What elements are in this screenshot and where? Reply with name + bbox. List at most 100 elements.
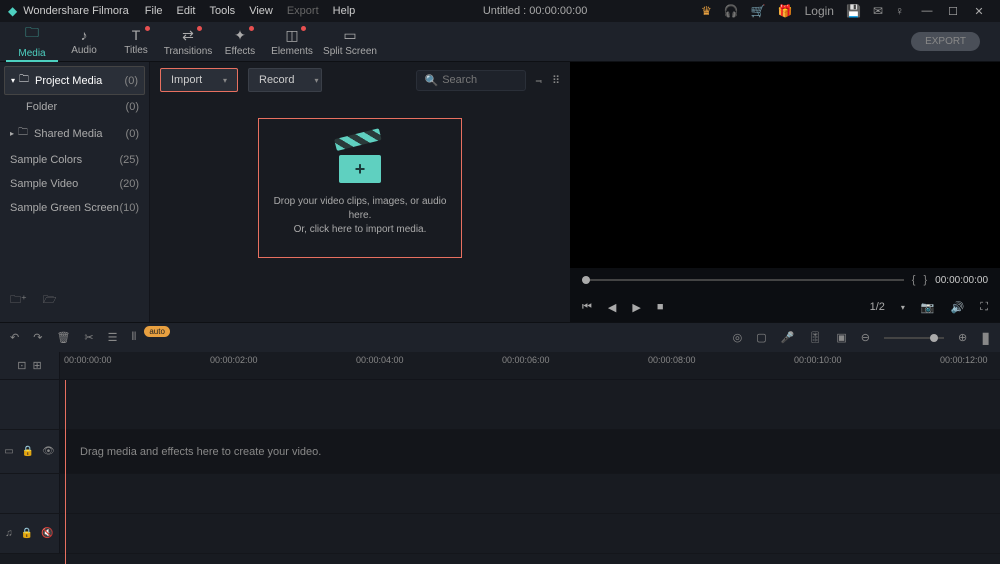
search-input[interactable]: 🔍Search xyxy=(416,70,526,91)
media-dropzone[interactable]: Drop your video clips, images, or audio … xyxy=(258,118,462,258)
playhead[interactable] xyxy=(65,380,66,564)
tab-effects[interactable]: ✦Effects xyxy=(214,22,266,62)
timeline-options-icon[interactable]: ⊞ xyxy=(33,359,42,372)
snapshot2-icon[interactable]: ▣ xyxy=(836,331,846,344)
crown-icon[interactable]: ♛ xyxy=(701,4,712,18)
sidebar-item-sample-colors[interactable]: Sample Colors (25) xyxy=(0,148,149,172)
audio-track[interactable]: ♫ 🔒 🔇 xyxy=(0,514,1000,554)
tab-transitions[interactable]: ⇄Transitions xyxy=(162,22,214,62)
timeline-settings-icon[interactable]: ⊡ xyxy=(17,359,26,372)
tab-titles[interactable]: TTitles xyxy=(110,22,162,62)
login-link[interactable]: Login xyxy=(805,4,834,18)
mark-out-bracket[interactable]: } xyxy=(923,274,927,286)
timeline: ⊡ ⊞ 00:00:00:00 00:00:02:00 00:00:04:00 0… xyxy=(0,352,1000,564)
stop-button[interactable]: ■ xyxy=(657,301,664,313)
titlebar-right-icons: ♛ 🎧 🛒 🎁 Login 💾 ✉ ♀ xyxy=(701,4,904,18)
search-icon: 🔍 xyxy=(425,74,439,87)
zoom-slider[interactable] xyxy=(884,337,944,339)
redo-button[interactable]: ↷ xyxy=(33,331,42,344)
video-track[interactable]: ▭🔒👁 Drag media and effects here to creat… xyxy=(0,430,1000,474)
chevron-down-icon: ▾ xyxy=(11,76,15,85)
menu-export: Export xyxy=(287,5,319,17)
document-title: Untitled : 00:00:00:00 xyxy=(369,5,701,17)
mute-icon[interactable]: 🔇 xyxy=(41,528,53,539)
save-icon[interactable]: 💾 xyxy=(846,4,861,18)
grid-view-icon[interactable]: ⠿ xyxy=(552,74,560,87)
prev-frame-button[interactable]: ⏮ xyxy=(582,301,592,314)
new-folder-icon[interactable]: 🗀⁺ xyxy=(10,291,27,310)
main-toolbar: 🗀Media ♪Audio TTitles ⇄Transitions ✦Effe… xyxy=(0,22,1000,62)
gift-icon[interactable]: 🎁 xyxy=(778,4,793,18)
timeline-ruler[interactable]: ⊡ ⊞ 00:00:00:00 00:00:02:00 00:00:04:00 0… xyxy=(0,352,1000,380)
menu-file[interactable]: File xyxy=(145,5,163,17)
titlebar: ◆ Wondershare Filmora File Edit Tools Vi… xyxy=(0,0,1000,22)
sidebar-item-folder[interactable]: Folder (0) xyxy=(0,95,149,119)
notification-icon[interactable]: ♀ xyxy=(895,4,904,18)
marker-button[interactable]: ⦀ xyxy=(132,331,137,344)
sidebar-item-sample-green-screen[interactable]: Sample Green Screen (10) xyxy=(0,196,149,220)
open-folder-icon[interactable]: 🗁 xyxy=(43,291,57,310)
folder-icon: 🗀 xyxy=(18,125,28,142)
mark-in-bracket[interactable]: { xyxy=(912,274,916,286)
marker2-icon[interactable]: ▢ xyxy=(756,331,766,344)
render-icon[interactable]: ◎ xyxy=(733,331,743,344)
fullscreen-icon[interactable]: ⛶ xyxy=(980,301,988,314)
sidebar-item-shared-media[interactable]: ▸ 🗀 Shared Media (0) xyxy=(0,119,149,148)
eye-icon[interactable]: 👁 xyxy=(42,446,55,457)
edit-button[interactable]: ☰ xyxy=(108,331,118,344)
menu-edit[interactable]: Edit xyxy=(177,5,196,17)
headset-icon[interactable]: 🎧 xyxy=(724,4,739,18)
lock-icon[interactable]: 🔒 xyxy=(21,528,33,539)
media-sidebar: ▾ 🗀 Project Media (0) Folder (0) ▸ 🗀 Sha… xyxy=(0,62,150,322)
timeline-hint: Drag media and effects here to create yo… xyxy=(60,430,1000,473)
audio-track-icon: ♫ xyxy=(5,528,13,539)
zoom-in-button[interactable]: ⊕ xyxy=(958,331,967,344)
tab-split-screen[interactable]: ▭Split Screen xyxy=(318,22,382,62)
volume-icon[interactable]: 🔊 xyxy=(951,301,965,314)
undo-button[interactable]: ↶ xyxy=(10,331,19,344)
chevron-down-icon: ▾ xyxy=(314,76,318,85)
play-button[interactable]: ▶ xyxy=(632,301,640,314)
chevron-down-icon[interactable]: ▾ xyxy=(901,303,905,312)
voiceover-icon[interactable]: 🎤 xyxy=(781,331,795,344)
zoom-out-button[interactable]: ⊖ xyxy=(861,331,870,344)
mixer-icon[interactable]: 🎚 xyxy=(808,331,822,344)
record-dropdown[interactable]: Record▾ xyxy=(248,68,322,92)
audio-icon: ♪ xyxy=(81,27,88,43)
auto-badge: auto xyxy=(144,326,170,337)
menu-tools[interactable]: Tools xyxy=(210,5,236,17)
tab-audio[interactable]: ♪Audio xyxy=(58,22,110,62)
delete-button[interactable]: 🗑 xyxy=(56,331,70,344)
menu-help[interactable]: Help xyxy=(333,5,356,17)
folder-icon: 🗀 xyxy=(19,72,29,89)
clapperboard-icon xyxy=(333,139,387,183)
split-button[interactable]: ✂ xyxy=(84,331,93,344)
preview-time: 00:00:00:00 xyxy=(935,275,988,286)
zoom-fit-button[interactable]: ▮ xyxy=(981,328,990,348)
export-button[interactable]: EXPORT xyxy=(911,32,980,51)
cart-icon[interactable]: 🛒 xyxy=(751,4,766,18)
sidebar-item-sample-video[interactable]: Sample Video (20) xyxy=(0,172,149,196)
snapshot-icon[interactable]: 📷 xyxy=(921,301,935,314)
mail-icon[interactable]: ✉ xyxy=(873,4,883,18)
preview-scrubber[interactable] xyxy=(582,279,904,281)
menu-view[interactable]: View xyxy=(249,5,273,17)
tab-media[interactable]: 🗀Media xyxy=(6,22,58,62)
sidebar-item-project-media[interactable]: ▾ 🗀 Project Media (0) xyxy=(4,66,145,95)
preview-ratio[interactable]: 1/2 xyxy=(870,301,885,313)
effects-icon: ✦ xyxy=(234,27,246,44)
play-back-button[interactable]: ◀ xyxy=(608,301,616,314)
filter-icon[interactable]: ⫬ xyxy=(536,74,542,87)
preview-screen[interactable] xyxy=(570,62,1000,268)
minimize-button[interactable]: — xyxy=(914,2,940,20)
close-button[interactable]: ✕ xyxy=(966,2,992,20)
maximize-button[interactable]: ☐ xyxy=(940,2,966,20)
chevron-down-icon: ▾ xyxy=(223,76,227,85)
app-brand: Wondershare Filmora xyxy=(23,5,129,17)
tab-elements[interactable]: ◫Elements xyxy=(266,22,318,62)
lock-icon[interactable]: 🔒 xyxy=(22,446,34,457)
ruler-track[interactable]: 00:00:00:00 00:00:02:00 00:00:04:00 00:0… xyxy=(60,352,1000,379)
import-dropdown[interactable]: Import▾ xyxy=(160,68,238,92)
preview-panel: { } 00:00:00:00 ⏮ ◀ ▶ ■ 1/2 ▾ 📷 🔊 ⛶ xyxy=(570,62,1000,322)
chevron-right-icon: ▸ xyxy=(10,129,14,138)
